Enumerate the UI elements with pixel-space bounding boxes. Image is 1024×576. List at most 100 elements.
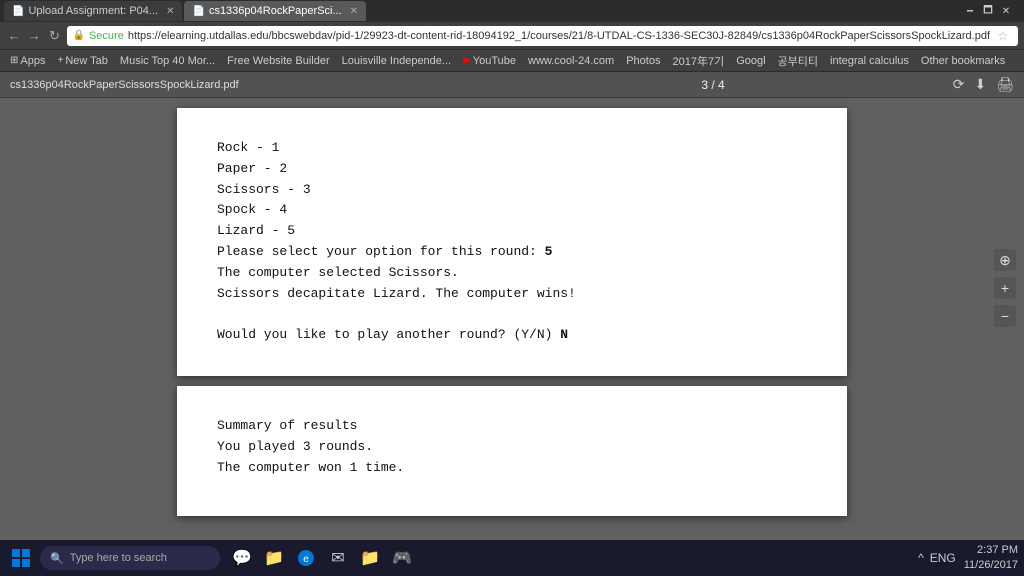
line-select: Please select your option for this round… <box>217 244 545 259</box>
bookmark-google[interactable]: Googl <box>732 54 769 68</box>
taskbar-icon-chat[interactable]: 💬 <box>228 544 256 572</box>
line-summary: Summary of results <box>217 418 357 433</box>
tab-pdf[interactable]: 📄 cs1336p04RockPaperSci... ✕ <box>184 1 366 21</box>
bookmark-2017-label: 2017年7기 <box>672 53 724 69</box>
line-another-round: Would you like to play another round? (Y… <box>217 327 560 342</box>
taskbar-tray: ^ ENG <box>918 551 956 565</box>
bookmark-integral-label: integral calculus <box>830 55 909 67</box>
bookmark-newtab-label: New Tab <box>65 55 108 67</box>
taskbar-right: ^ ENG 2:37 PM 11/26/2017 <box>918 543 1018 574</box>
side-buttons: ⊕ + − <box>994 249 1016 327</box>
tray-eng: ENG <box>930 551 956 565</box>
line-scissors: Scissors - 3 <box>217 182 311 197</box>
forward-button[interactable]: → <box>26 26 42 46</box>
line-rock: Rock - 1 <box>217 140 279 155</box>
address-icons: ☆ <box>994 27 1012 45</box>
apps-icon: ⊞ <box>10 55 18 66</box>
taskbar-icon-edge[interactable]: e <box>292 544 320 572</box>
back-button[interactable]: ← <box>6 26 22 46</box>
line-select-suffix: 5 <box>545 244 553 259</box>
bookmark-music[interactable]: Music Top 40 Mor... <box>116 54 219 68</box>
print-button[interactable]: 🖨 <box>996 76 1014 93</box>
title-bar: 📄 Upload Assignment: P04... ✕ 📄 cs1336p0… <box>0 0 1024 22</box>
clock-date: 11/26/2017 <box>964 558 1018 573</box>
secure-label: Secure <box>89 30 124 42</box>
tab-pdf-label: cs1336p04RockPaperSci... <box>209 5 342 17</box>
svg-text:e: e <box>303 554 309 565</box>
tab-upload-close[interactable]: ✕ <box>166 6 174 17</box>
tab-upload[interactable]: 📄 Upload Assignment: P04... ✕ <box>4 1 182 21</box>
page1-content: Rock - 1 Paper - 2 Scissors - 3 Spock - … <box>217 138 807 346</box>
bookmark-music-label: Music Top 40 Mor... <box>120 55 215 67</box>
edge-icon: e <box>297 549 315 567</box>
bookmark-louisville[interactable]: Louisville Independe... <box>338 54 455 68</box>
bookmarks-bar: ⊞ Apps + New Tab Music Top 40 Mor... Fre… <box>0 50 1024 72</box>
bookmark-website[interactable]: Free Website Builder <box>223 54 334 68</box>
taskbar-icon-file[interactable]: 📁 <box>260 544 288 572</box>
youtube-icon: ▶ <box>463 55 471 66</box>
taskbar-search[interactable]: 🔍 Type here to search <box>40 546 220 570</box>
clock-time: 2:37 PM <box>964 543 1018 558</box>
minimize-button[interactable]: 🗕 <box>964 5 976 17</box>
pdf-page-2: Summary of results You played 3 rounds. … <box>177 386 847 516</box>
bookmark-google-label: Googl <box>736 55 765 67</box>
address-field[interactable]: 🔒 Secure https://elearning.utdallas.edu/… <box>67 26 1019 46</box>
bookmark-integral[interactable]: integral calculus <box>826 54 913 68</box>
line-played: You played 3 rounds. <box>217 439 373 454</box>
search-placeholder: Type here to search <box>70 552 167 564</box>
pdf-toolbar: cs1336p04RockPaperScissorsSpockLizard.pd… <box>0 72 1024 98</box>
side-button-crosshair[interactable]: ⊕ <box>994 249 1016 271</box>
secure-icon: 🔒 <box>73 30 85 41</box>
newtab-icon: + <box>57 55 63 66</box>
rotate-button[interactable]: ⟳ <box>953 76 965 93</box>
line-answer: N <box>560 327 568 342</box>
bookmark-newtab[interactable]: + New Tab <box>53 54 111 68</box>
close-button[interactable]: ✕ <box>1000 5 1012 17</box>
bookmark-photos[interactable]: Photos <box>622 54 664 68</box>
line-lizard: Lizard - 5 <box>217 223 295 238</box>
tab-pdf-close[interactable]: ✕ <box>350 6 358 17</box>
line-spock: Spock - 4 <box>217 202 287 217</box>
bookmark-apps[interactable]: ⊞ Apps <box>6 54 49 68</box>
address-bar: ← → ↻ 🔒 Secure https://elearning.utdalla… <box>0 22 1024 50</box>
bookmark-louisville-label: Louisville Independe... <box>342 55 451 67</box>
line-computer-selected: The computer selected Scissors. <box>217 265 459 280</box>
taskbar-icon-mail[interactable]: ✉ <box>324 544 352 572</box>
bookmark-study-label: 공부티티 <box>778 53 818 69</box>
windows-icon <box>12 549 30 567</box>
search-icon: 🔍 <box>50 552 64 565</box>
main-content: Rock - 1 Paper - 2 Scissors - 3 Spock - … <box>0 98 1024 540</box>
bookmark-apps-label: Apps <box>20 55 45 67</box>
bookmark-website-label: Free Website Builder <box>227 55 330 67</box>
start-button[interactable] <box>6 543 36 573</box>
bookmark-photos-label: Photos <box>626 55 660 67</box>
taskbar-icon-game[interactable]: 🎮 <box>388 544 416 572</box>
maximize-button[interactable]: 🗖 <box>982 5 994 17</box>
bookmark-other[interactable]: Other bookmarks <box>917 54 1009 68</box>
line-computer-won: The computer won 1 time. <box>217 460 404 475</box>
bookmark-cool24[interactable]: www.cool-24.com <box>524 54 618 68</box>
side-button-plus[interactable]: + <box>994 277 1016 299</box>
refresh-button[interactable]: ↻ <box>46 26 62 46</box>
taskbar-icons: 💬 📁 e ✉ 📁 🎮 <box>228 544 416 572</box>
taskbar-icon-explorer[interactable]: 📁 <box>356 544 384 572</box>
window-controls: 🗕 🗖 ✕ <box>964 5 1020 17</box>
bookmark-2017[interactable]: 2017年7기 <box>668 52 728 70</box>
line-result: Scissors decapitate Lizard. The computer… <box>217 286 576 301</box>
url-text: https://elearning.utdallas.edu/bbcswebda… <box>128 30 990 42</box>
taskbar-clock: 2:37 PM 11/26/2017 <box>964 543 1018 574</box>
side-button-minus[interactable]: − <box>994 305 1016 327</box>
star-icon[interactable]: ☆ <box>994 27 1012 45</box>
taskbar: 🔍 Type here to search 💬 📁 e ✉ 📁 🎮 ^ ENG … <box>0 540 1024 576</box>
bookmark-youtube[interactable]: ▶ YouTube <box>459 54 520 68</box>
bookmark-study[interactable]: 공부티티 <box>774 52 822 70</box>
page2-content: Summary of results You played 3 rounds. … <box>217 416 807 478</box>
pdf-page-1: Rock - 1 Paper - 2 Scissors - 3 Spock - … <box>177 108 847 376</box>
download-button[interactable]: ⬇ <box>974 76 986 93</box>
tab-upload-label: Upload Assignment: P04... <box>28 5 158 17</box>
bookmark-other-label: Other bookmarks <box>921 55 1005 67</box>
bookmark-youtube-label: YouTube <box>473 55 516 67</box>
pdf-page-info: 3 / 4 <box>481 78 944 92</box>
pdf-toolbar-right: ⟳ ⬇ 🖨 <box>953 76 1014 93</box>
tray-caret[interactable]: ^ <box>918 551 924 565</box>
